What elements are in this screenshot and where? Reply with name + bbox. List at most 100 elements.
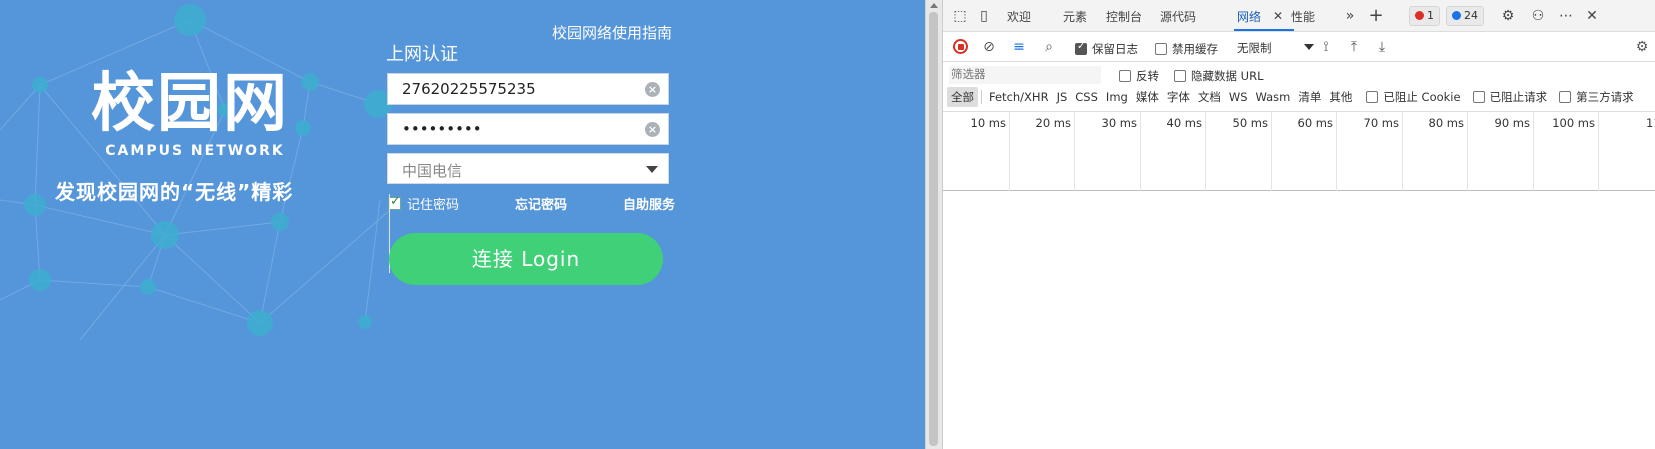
import-har-icon[interactable]: ⤒ [1345,38,1363,56]
inspect-element-icon[interactable]: ⬚ [951,7,969,25]
network-filter-bar: 反转 隐藏数据 URL 全部 Fetch/XHR JS CSS Img 媒体 字… [943,62,1655,112]
remember-password-label: 记住密码 [407,198,460,213]
login-button[interactable]: 连接 Login [389,233,663,285]
type-filter-font[interactable]: 字体 [1163,87,1194,107]
hide-data-urls-label: 隐藏数据 URL [1191,69,1264,83]
preserve-log-label: 保留日志 [1092,42,1138,56]
checkbox-unchecked-icon[interactable] [1472,91,1485,103]
preserve-log-checkbox[interactable]: 保留日志 [1075,41,1138,57]
isp-selected-value: 中国电信 [402,162,463,180]
tick-label: 100 ms [1552,116,1595,130]
export-har-icon[interactable]: ⤓ [1373,38,1391,56]
brand-subtitle: CAMPUS NETWORK [105,143,285,159]
timeline-tick: 100 ms [1552,112,1599,191]
blocked-requests-checkbox[interactable]: 已阻止请求 [1472,89,1547,105]
divider [981,90,982,104]
more-tabs-icon[interactable]: » [1341,7,1359,25]
network-conditions-icon[interactable]: ⟟ [1317,38,1335,56]
password-input[interactable]: ••••••••• × [387,113,669,145]
gear-icon[interactable]: ⚙ [1499,7,1517,25]
username-value: 27620225575235 [402,80,536,98]
clear-icon[interactable]: × [645,122,660,137]
close-tab-icon[interactable]: ✕ [1269,7,1287,25]
tab-elements[interactable]: 元素 [1063,8,1087,25]
error-count-badge[interactable]: 1 [1409,6,1440,26]
page-scrollbar[interactable] [925,0,942,449]
timeline-tick: 40 ms [1167,112,1206,191]
tick-label: 70 ms [1363,116,1399,130]
timeline-tick: 90 ms [1495,112,1534,191]
message-icon [1452,11,1461,20]
tick-label: 80 ms [1428,116,1464,130]
blocked-cookies-label: 已阻止 Cookie [1383,90,1461,104]
tab-performance[interactable]: 性能 [1291,8,1315,25]
type-filter-js[interactable]: JS [1053,88,1072,106]
scrollbar-thumb[interactable] [929,12,938,446]
type-filter-doc[interactable]: 文档 [1194,87,1225,107]
disable-cache-label: 禁用缓存 [1172,42,1218,56]
isp-select[interactable]: 中国电信 [387,153,669,184]
type-filter-ws[interactable]: WS [1225,88,1252,106]
add-tab-icon[interactable]: + [1367,7,1385,25]
checkbox-checked-icon[interactable] [1075,41,1087,55]
type-filter-other[interactable]: 其他 [1325,87,1356,107]
tab-welcome[interactable]: 欢迎 [1007,8,1031,25]
checkbox-unchecked-icon[interactable] [1155,43,1167,55]
filter-icon[interactable]: ≡ [1010,38,1028,56]
brand-slogan: 发现校园网的“无线”精彩 [55,180,294,204]
search-icon[interactable]: ⌕ [1040,38,1058,56]
type-filter-all[interactable]: 全部 [947,87,978,107]
type-filter-media[interactable]: 媒体 [1132,87,1163,107]
filter-input[interactable] [949,66,1101,84]
checkbox-unchecked-icon[interactable] [1119,70,1131,82]
record-stop-icon[interactable] [953,39,968,54]
device-emulation-icon[interactable]: ▯ [975,7,993,25]
third-party-checkbox[interactable]: 第三方请求 [1559,89,1634,105]
tab-network[interactable]: 网络 [1237,8,1261,25]
checkbox-unchecked-icon[interactable] [1559,91,1572,103]
devtools-tab-bar: ⬚ ▯ 欢迎 元素 控制台 源代码 网络 ✕ 性能 » + 1 24 ⚙ ⚇ ⋯… [943,0,1655,32]
invert-checkbox[interactable]: 反转 [1119,68,1159,84]
type-filter-fetch-xhr[interactable]: Fetch/XHR [985,88,1053,106]
scroll-up-icon[interactable] [930,3,938,8]
timeline-tick: 30 ms [1102,112,1141,191]
timeline-tick: 20 ms [1036,112,1075,191]
checkbox-unchecked-icon[interactable] [1174,70,1186,82]
type-filter-wasm[interactable]: Wasm [1252,88,1295,106]
devtools-panel: ⬚ ▯ 欢迎 元素 控制台 源代码 网络 ✕ 性能 » + 1 24 ⚙ ⚇ ⋯… [942,0,1655,449]
chevron-down-icon [646,166,658,173]
type-filter-manifest[interactable]: 清单 [1294,87,1325,107]
throttling-select[interactable]: 无限制 [1237,40,1272,56]
clear-icon[interactable]: × [645,82,660,97]
timeline-tick: 60 ms [1298,112,1337,191]
hide-data-urls-checkbox[interactable]: 隐藏数据 URL [1174,68,1263,84]
timeline-tick: 50 ms [1233,112,1272,191]
network-guide-link[interactable]: 校园网络使用指南 [552,22,672,43]
login-heading: 上网认证 [386,44,458,65]
timeline-tick: 10 ms [971,112,1010,191]
clear-log-icon[interactable]: ⊘ [980,38,998,56]
third-party-label: 第三方请求 [1576,90,1634,104]
checkbox-checked-icon[interactable]: ✓ [388,194,401,273]
chevron-down-icon[interactable] [1304,44,1314,50]
tab-sources[interactable]: 源代码 [1160,8,1196,25]
close-icon[interactable]: ✕ [1583,7,1601,25]
type-filter-css[interactable]: CSS [1071,88,1102,106]
remember-password-checkbox[interactable]: ✓ 记住密码 [388,194,460,273]
checkbox-unchecked-icon[interactable] [1366,91,1379,103]
brand-title: 校园网 [91,67,289,141]
more-options-icon[interactable]: ⋯ [1557,7,1575,25]
message-count-badge[interactable]: 24 [1446,6,1484,26]
network-toolbar: ⊘ ≡ ⌕ 保留日志 禁用缓存 无限制 ⟟ ⤒ ⤓ ⚙ [943,32,1655,62]
self-service-link[interactable]: 自助服务 [623,194,675,213]
feedback-icon[interactable]: ⚇ [1529,7,1547,25]
type-filter-img[interactable]: Img [1102,88,1132,106]
forgot-password-link[interactable]: 忘记密码 [515,194,567,213]
network-timeline-overview[interactable]: 10 ms 20 ms 30 ms 40 ms 50 ms 60 ms 70 m… [943,112,1655,191]
tick-label: 30 ms [1101,116,1137,130]
blocked-cookies-checkbox[interactable]: 已阻止 Cookie [1366,89,1461,105]
network-settings-gear-icon[interactable]: ⚙ [1633,38,1651,56]
tab-console[interactable]: 控制台 [1106,8,1142,25]
username-input[interactable]: 27620225575235 × [387,73,669,105]
disable-cache-checkbox[interactable]: 禁用缓存 [1155,41,1218,57]
